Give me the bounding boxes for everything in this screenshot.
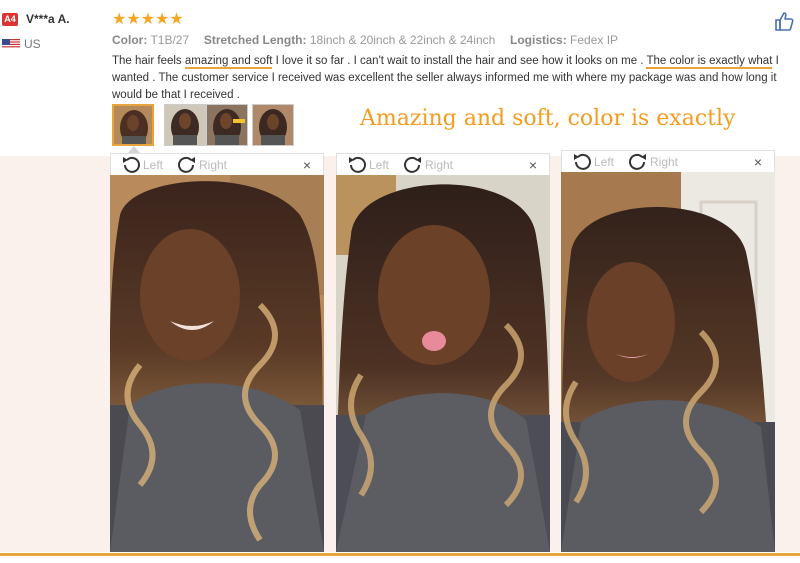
rotate-right-label: Right — [650, 155, 679, 169]
thumbs-up-icon[interactable] — [774, 10, 796, 32]
rotate-right-button[interactable]: Right — [628, 153, 678, 171]
review-photo — [110, 175, 324, 552]
level-badge: A4 — [2, 13, 18, 26]
photo-viewer: Left Right × — [561, 150, 775, 552]
rotate-right-button[interactable]: Right — [177, 156, 227, 174]
us-flag-icon — [2, 37, 20, 48]
close-icon[interactable]: × — [529, 157, 537, 173]
viewer-toolbar: Left Right × — [336, 153, 550, 177]
close-icon[interactable]: × — [303, 157, 311, 173]
order-specs: Color: T1B/27 Stretched Length: 18inch &… — [112, 33, 618, 47]
photo-viewer: Left Right × — [336, 153, 550, 552]
rating-stars: ★★★★★ — [112, 11, 184, 28]
review-highlight: amazing and soft — [184, 55, 273, 69]
review-text: The hair feels amazing and soft I love i… — [112, 53, 796, 104]
bottom-divider — [0, 553, 800, 556]
logistics-value: Fedex IP — [570, 33, 619, 47]
photo-thumbnail[interactable] — [164, 104, 206, 146]
reviewer-country: US — [24, 37, 41, 51]
selected-thumbnail-pointer — [128, 146, 140, 153]
review-highlight: The color is exactly what — [646, 55, 773, 69]
viewer-toolbar: Left Right × — [110, 153, 324, 177]
color-value: T1B/27 — [150, 33, 190, 47]
photo-viewer: Left Right × — [110, 153, 324, 552]
rotate-right-icon — [629, 153, 646, 170]
reviewer-name: V***a A. — [26, 12, 70, 26]
rotate-left-icon — [349, 156, 366, 173]
color-label: Color: — [112, 33, 148, 47]
viewer-toolbar: Left Right × — [561, 150, 775, 174]
rotate-left-button[interactable]: Left — [572, 153, 614, 171]
rotate-left-button[interactable]: Left — [121, 156, 163, 174]
rotate-left-label: Left — [594, 155, 615, 169]
review-text-part: I love it so far . I can't wait to insta… — [272, 55, 647, 67]
rotate-right-label: Right — [199, 158, 228, 172]
photo-caption: Amazing and soft, color is exactly — [360, 106, 736, 131]
review-text-part: The hair feels — [112, 55, 185, 67]
rotate-left-label: Left — [369, 158, 390, 172]
review-photo — [336, 175, 550, 552]
logistics-label: Logistics: — [510, 33, 567, 47]
close-icon[interactable]: × — [754, 154, 762, 170]
rotate-right-button[interactable]: Right — [403, 156, 453, 174]
photo-thumbnail[interactable] — [252, 104, 294, 146]
rotate-right-icon — [404, 156, 421, 173]
photo-thumbnail[interactable] — [112, 104, 154, 146]
rotate-left-icon — [574, 153, 591, 170]
rotate-right-icon — [178, 156, 195, 173]
photo-thumbnail[interactable] — [206, 104, 248, 146]
rotate-right-label: Right — [425, 158, 454, 172]
length-value: 18inch & 20inch & 22inch & 24inch — [309, 33, 496, 47]
rotate-left-button[interactable]: Left — [347, 156, 389, 174]
length-label: Stretched Length: — [203, 33, 307, 47]
rotate-left-label: Left — [143, 158, 164, 172]
rotate-left-icon — [123, 156, 140, 173]
review-photo — [561, 172, 775, 552]
